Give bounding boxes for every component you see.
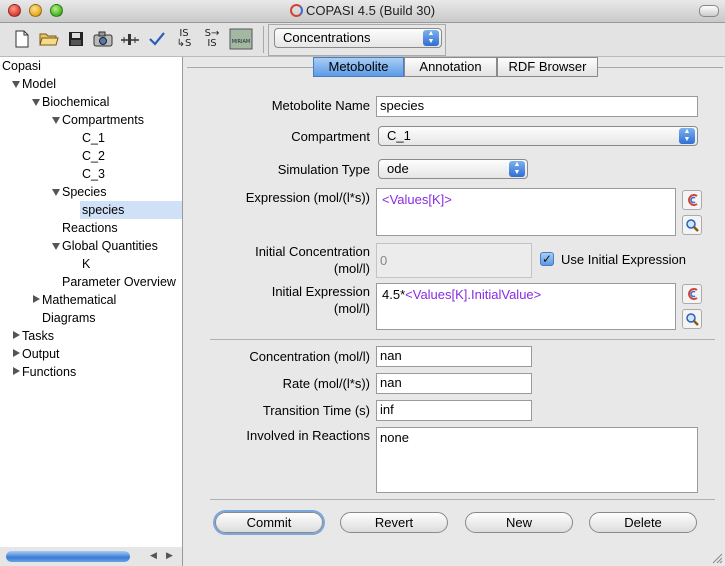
tree-item-model[interactable]: Model: [22, 75, 56, 93]
involved-in-reactions-label: Involved in Reactions: [246, 428, 370, 443]
view-select-dropdown[interactable]: Concentrations ▲ ▼: [274, 28, 442, 48]
object-browser-icon[interactable]: [682, 190, 702, 210]
initial-expression-unit-label: (mol/l): [333, 301, 370, 316]
toolbar-separator: [263, 26, 264, 53]
collapse-arrow-icon[interactable]: [13, 349, 20, 357]
tree-item-compartment[interactable]: C_2: [82, 147, 105, 165]
chevron-updown-icon: ▲ ▼: [679, 128, 695, 144]
tree-item-global-quantities[interactable]: Global Quantities: [62, 237, 158, 255]
copasi-logo-icon: [289, 4, 303, 17]
initial-expression-prefix: 4.5*: [382, 287, 406, 302]
tree-item-parameter-overview[interactable]: Parameter Overview: [62, 273, 176, 291]
expand-arrow-icon[interactable]: [52, 189, 60, 196]
title-bar: COPASI 4.5 (Build 30): [0, 0, 725, 23]
scroll-right-arrow-icon[interactable]: ▶: [166, 550, 173, 561]
section-divider: [210, 339, 715, 340]
object-tree: Copasi Model Biochemical Compartments C_…: [0, 57, 183, 548]
initial-concentration-unit-label: (mol/l): [333, 261, 370, 276]
tree-item-species[interactable]: Species: [62, 183, 106, 201]
resize-grip-icon[interactable]: [712, 553, 723, 564]
view-select-panel: Concentrations ▲ ▼: [268, 24, 446, 56]
tree-item-compartment[interactable]: C_3: [82, 165, 105, 183]
rate-label: Rate (mol/(l*s)): [282, 376, 370, 391]
miriam-icon[interactable]: MIRIAM: [228, 26, 254, 52]
compartment-label: Compartment: [291, 129, 370, 144]
rate-field[interactable]: nan: [376, 373, 532, 394]
object-browser-icon[interactable]: [682, 284, 702, 304]
import-sbml-button[interactable]: IS ↳S: [172, 26, 196, 52]
svg-text:MIRIAM: MIRIAM: [232, 39, 250, 45]
tab-annotation[interactable]: Annotation: [404, 57, 497, 77]
tree-item-functions[interactable]: Functions: [22, 363, 76, 381]
new-button[interactable]: New: [465, 512, 573, 533]
slider-icon[interactable]: [118, 26, 142, 52]
tree-item-reactions[interactable]: Reactions: [62, 219, 118, 237]
tree-item-output[interactable]: Output: [22, 345, 60, 363]
magnifier-icon[interactable]: [682, 309, 702, 329]
expand-arrow-icon[interactable]: [32, 99, 40, 106]
simulation-type-value: ode: [387, 161, 409, 176]
tree-item-compartments[interactable]: Compartments: [62, 111, 144, 129]
expand-arrow-icon[interactable]: [52, 243, 60, 250]
metabolite-name-input[interactable]: species: [376, 96, 698, 117]
expression-label: Expression (mol/(l*s)): [245, 190, 370, 205]
transition-time-label: Transition Time (s): [262, 403, 370, 418]
new-document-icon[interactable]: [10, 26, 34, 52]
tree-item-species-selected[interactable]: species: [80, 201, 182, 219]
compartment-select[interactable]: C_1 ▲ ▼: [378, 126, 698, 146]
initial-expression-label: Initial Expression: [271, 284, 370, 299]
initial-expression-reference: <Values[K].InitialValue>: [405, 287, 542, 302]
expand-arrow-icon[interactable]: [12, 81, 20, 88]
window-title-text: COPASI 4.5 (Build 30): [305, 3, 436, 18]
use-initial-expression-label: Use Initial Expression: [561, 252, 686, 267]
tab-metabolite[interactable]: Metobolite: [313, 57, 404, 77]
compartment-select-value: C_1: [387, 128, 411, 143]
revert-button[interactable]: Revert: [340, 512, 448, 533]
expression-reference: <Values[K]>: [382, 192, 452, 207]
magnifier-icon[interactable]: [682, 215, 702, 235]
export-sbml-button[interactable]: S→ IS: [200, 26, 224, 52]
tree-item-diagrams[interactable]: Diagrams: [42, 309, 96, 327]
toolbar-toggle-button[interactable]: [699, 5, 719, 17]
concentration-field[interactable]: nan: [376, 346, 532, 367]
delete-button[interactable]: Delete: [589, 512, 697, 533]
view-select-value: Concentrations: [283, 30, 371, 45]
collapse-arrow-icon[interactable]: [33, 295, 40, 303]
initial-concentration-label: Initial Concentration: [255, 244, 370, 259]
tree-item-compartment[interactable]: C_1: [82, 129, 105, 147]
simulation-type-label: Simulation Type: [277, 162, 370, 177]
initial-concentration-input[interactable]: 0: [376, 243, 532, 278]
use-initial-expression-checkbox[interactable]: ✓: [540, 252, 554, 266]
tree-item-copasi[interactable]: Copasi: [2, 57, 41, 75]
scroll-left-arrow-icon[interactable]: ◀: [150, 550, 157, 561]
tab-rdf-browser[interactable]: RDF Browser: [497, 57, 598, 77]
tree-item-tasks[interactable]: Tasks: [22, 327, 54, 345]
metabolite-name-label: Metobolite Name: [271, 98, 370, 113]
tree-item-biochemical[interactable]: Biochemical: [42, 93, 109, 111]
simulation-type-select[interactable]: ode ▲ ▼: [378, 159, 528, 179]
chevron-updown-icon: ▲ ▼: [509, 161, 525, 177]
collapse-arrow-icon[interactable]: [13, 367, 20, 375]
tree-item-global-quantity[interactable]: K: [82, 255, 90, 273]
expand-arrow-icon[interactable]: [52, 117, 60, 124]
checkmark-icon[interactable]: [145, 26, 169, 52]
section-divider: [210, 499, 715, 500]
tree-horizontal-scrollbar[interactable]: ◀ ▶: [0, 547, 183, 566]
transition-time-field[interactable]: inf: [376, 400, 532, 421]
chevron-updown-icon: ▲ ▼: [423, 30, 439, 46]
concentration-label: Concentration (mol/l): [249, 349, 370, 364]
tree-item-mathematical[interactable]: Mathematical: [42, 291, 116, 309]
expression-input[interactable]: <Values[K]>: [376, 188, 676, 236]
commit-button[interactable]: Commit: [215, 512, 323, 533]
open-folder-icon[interactable]: [37, 26, 61, 52]
save-disk-icon[interactable]: [64, 26, 88, 52]
window-title: COPASI 4.5 (Build 30): [0, 3, 725, 18]
scrollbar-thumb[interactable]: [6, 551, 130, 562]
initial-expression-input[interactable]: 4.5*<Values[K].InitialValue>: [376, 283, 676, 330]
involved-in-reactions-list[interactable]: none: [376, 427, 698, 493]
collapse-arrow-icon[interactable]: [13, 331, 20, 339]
camera-icon[interactable]: [91, 26, 115, 52]
